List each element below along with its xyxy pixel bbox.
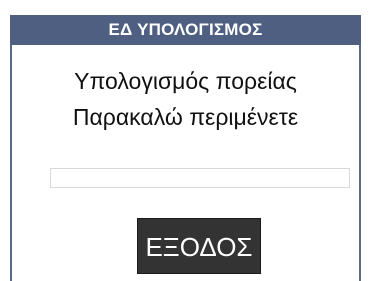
status-message-line2: Παρακαλώ περιμένετε	[72, 104, 299, 130]
route-calculation-dialog: ΕΔ ΥΠΟΛΟΓΙΣΜΟΣ Υπολογισμός πορείας Παρακ…	[10, 15, 361, 281]
progress-bar	[50, 168, 350, 188]
exit-button[interactable]: ΕΞΟΔΟΣ	[137, 218, 261, 274]
status-message-line1: Υπολογισμός πορείας	[74, 68, 297, 94]
dialog-title: ΕΔ ΥΠΟΛΟΓΙΣΜΟΣ	[10, 15, 361, 45]
